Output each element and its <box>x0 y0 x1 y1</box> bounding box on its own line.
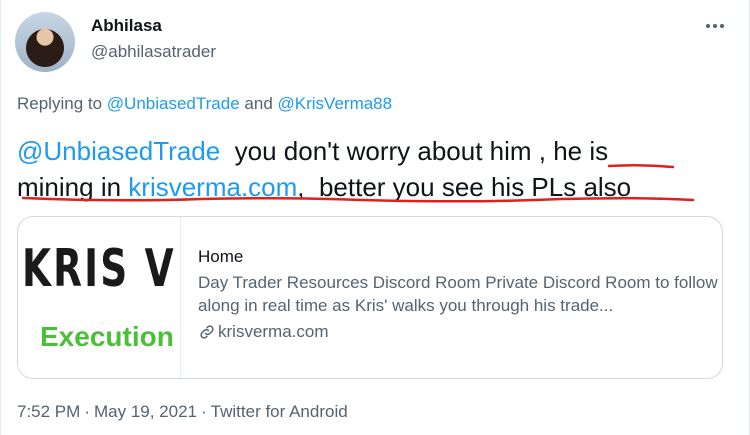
body-text-part-2: mining in <box>17 172 129 202</box>
link-preview-title: Home <box>198 247 244 266</box>
author-handle[interactable]: @abhilasatrader <box>91 42 216 62</box>
body-link-krisverma[interactable]: krisverma.com <box>128 172 297 202</box>
tweet-time[interactable]: 7:52 PM <box>17 402 80 421</box>
tweet-body-line-2: mining in krisverma.com, better you see … <box>17 169 727 205</box>
link-icon <box>200 325 214 339</box>
tweet-date[interactable]: May 19, 2021 <box>94 402 197 421</box>
avatar[interactable] <box>15 12 75 72</box>
thumbnail-text-bottom: Execution <box>40 321 174 352</box>
link-preview-description: Day Trader Resources Discord Room Privat… <box>198 273 718 315</box>
author-display-name[interactable]: Abhilasa <box>91 16 162 36</box>
link-preview-card[interactable]: KRIS V Execution Home Day Trader Resourc… <box>17 216 723 379</box>
more-horizontal-icon[interactable] <box>703 14 727 38</box>
tweet-body-line-1: @UnbiasedTrade you don't worry about him… <box>17 133 727 169</box>
tweet-card: Abhilasa @abhilasatrader Replying to @Un… <box>0 0 750 435</box>
meta-separator-2: · <box>201 402 207 421</box>
replying-to: Replying to @UnbiasedTrade and @KrisVerm… <box>17 94 392 114</box>
reply-mention-unbiasedtrade[interactable]: @UnbiasedTrade <box>107 94 240 113</box>
tweet-source[interactable]: Twitter for Android <box>211 402 348 421</box>
link-preview-thumbnail: KRIS V Execution <box>18 217 181 378</box>
link-preview-info: Home Day Trader Resources Discord Room P… <box>198 247 718 342</box>
tweet-meta: 7:52 PM · May 19, 2021 · Twitter for Android <box>17 402 348 422</box>
replying-prefix: Replying to <box>17 94 103 113</box>
tweet-body: @UnbiasedTrade you don't worry about him… <box>17 133 727 205</box>
body-text-part-1: you don't worry about him , he is <box>220 136 609 166</box>
replying-conjunction: and <box>244 94 273 113</box>
body-mention-unbiasedtrade[interactable]: @UnbiasedTrade <box>17 136 220 166</box>
body-text-part-3: , better you see his PLs also <box>297 172 632 202</box>
link-preview-domain: krisverma.com <box>198 322 718 342</box>
meta-separator-1: · <box>84 402 90 421</box>
reply-mention-krisverma88[interactable]: @KrisVerma88 <box>278 94 393 113</box>
thumbnail-text-top: KRIS V <box>22 239 176 299</box>
link-preview-domain-text: krisverma.com <box>218 322 329 341</box>
